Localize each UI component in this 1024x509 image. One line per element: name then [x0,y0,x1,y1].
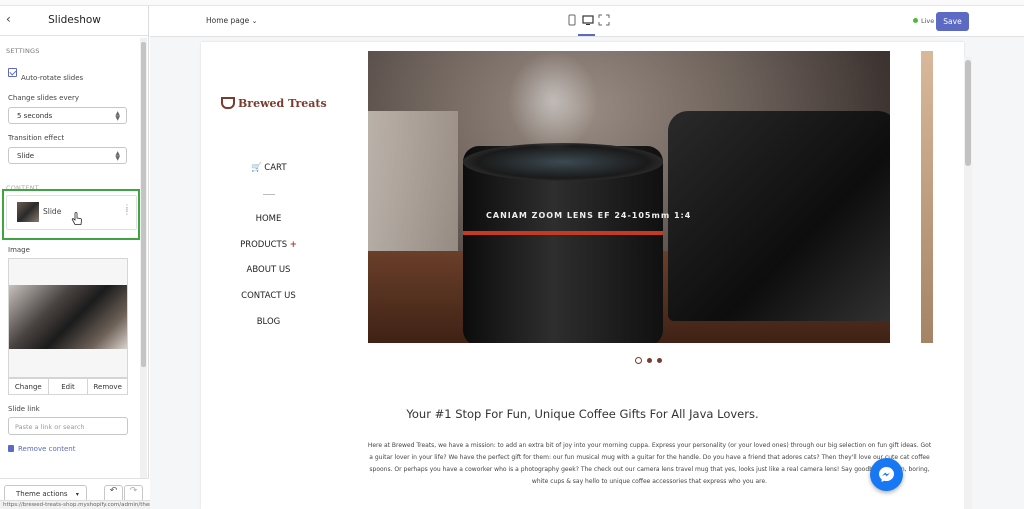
nav-blog[interactable]: BLOG [201,317,336,327]
nav-about-us[interactable]: ABOUT US [201,265,336,275]
messenger-icon [879,467,894,482]
edit-image-button[interactable]: Edit [49,379,89,394]
image-label: Image [8,246,30,254]
slide-dot-3[interactable] [657,358,662,363]
nav-home[interactable]: HOME [201,214,336,224]
store-logo[interactable]: Brewed Treats [221,97,327,110]
change-slides-value: 5 seconds [17,112,53,120]
slide-dot-2[interactable] [647,358,652,363]
preview-scroll-thumb[interactable] [965,60,971,166]
change-slides-label: Change slides every [8,94,79,102]
hero-mug-lettering: CANIAM ZOOM LENS EF 24-105mm 1:4 [486,211,692,220]
hero-mug-band [463,231,663,235]
next-slide-peek [921,51,933,343]
trash-icon [8,445,14,452]
editor-topbar: Home page ⌄ Live Save [150,6,1024,37]
caret-down-icon: ▾ [75,491,79,498]
store-intro-text: Here at Brewed Treats, we have a mission… [367,442,932,485]
store-preview-page: Brewed Treats 🛒 CART HOME PRODUCTS + ABO… [201,42,964,509]
image-actions: Change Edit Remove [8,378,128,395]
theme-actions-label: Theme actions [16,490,68,498]
cart-label: CART [264,163,287,173]
slide-highlight-box [2,189,140,240]
store-logo-text: Brewed Treats [238,97,327,110]
hero-camera [668,111,890,321]
plus-icon: + [289,240,297,250]
active-device-indicator [578,34,595,36]
sidebar-title: Slideshow [48,14,101,26]
nav-divider [263,194,275,195]
hero-background-object [368,111,458,261]
nav-contact-us[interactable]: CONTACT US [201,291,336,301]
live-label: Live [921,17,935,25]
fullscreen-view-icon[interactable] [598,14,610,26]
slide-link-label: Slide link [8,405,40,413]
change-image-button[interactable]: Change [9,379,49,394]
cart-icon: 🛒 [251,163,262,173]
live-status: Live [913,17,934,25]
live-dot-icon [913,18,918,23]
nav-products-label: PRODUCTS [240,240,288,250]
remove-content-label: Remove content [18,445,76,453]
messenger-chat-button[interactable] [870,458,903,491]
hero-slideshow-image[interactable]: CANIAM ZOOM LENS EF 24-105mm 1:4 [368,51,890,343]
nav-products[interactable]: PRODUCTS + [201,240,336,250]
select-arrows-icon: ▲ ▼ [115,150,120,162]
slide-dots [635,348,667,367]
remove-image-button[interactable]: Remove [88,379,127,394]
auto-rotate-checkbox[interactable] [8,68,17,77]
auto-rotate-label: Auto-rotate slides [21,74,84,82]
cart-link[interactable]: 🛒 CART [251,163,287,173]
slide-image-preview [9,285,127,349]
settings-heading: SETTINGS [6,47,40,55]
page-selector[interactable]: Home page ⌄ [206,16,258,25]
store-tagline: Your #1 Stop For Fun, Unique Coffee Gift… [406,407,759,421]
sidebar-header: ‹ Slideshow [0,6,148,36]
hero-steam [508,51,598,151]
sidebar-scroll-thumb[interactable] [141,42,146,367]
desktop-view-icon[interactable] [582,14,594,26]
page-selector-label: Home page [206,16,250,25]
change-slides-select[interactable]: 5 seconds ▲ ▼ [8,107,127,124]
image-picker[interactable] [8,258,128,378]
chevron-down-icon: ⌄ [251,17,258,25]
slide-dot-1[interactable] [635,357,642,364]
slide-link-input[interactable]: Paste a link or search [8,417,128,435]
coffee-cup-icon [221,97,235,109]
select-arrows-icon: ▲ ▼ [115,110,120,122]
transition-value: Slide [17,152,35,160]
transition-select[interactable]: Slide ▲ ▼ [8,147,127,164]
save-button[interactable]: Save [936,12,969,31]
mobile-view-icon[interactable] [566,14,578,26]
remove-content-link[interactable]: Remove content [8,445,75,453]
transition-label: Transition effect [8,134,65,142]
